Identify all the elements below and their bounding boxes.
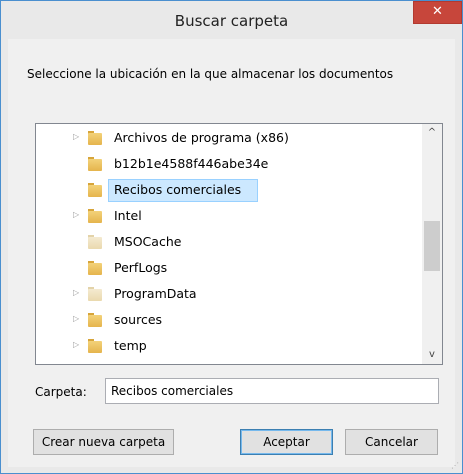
folder-tree[interactable]: ▷ Archivos de programa (x86) b12b1e4588f44… bbox=[35, 123, 443, 365]
tree-item-label: sources bbox=[114, 312, 163, 327]
expand-arrow-icon[interactable]: ▷ bbox=[73, 132, 79, 141]
expand-arrow-icon[interactable]: ▷ bbox=[73, 288, 79, 297]
title-bar[interactable]: Buscar carpeta ✕ bbox=[1, 1, 462, 39]
expand-arrow-icon[interactable]: ▷ bbox=[73, 340, 79, 349]
folder-icon bbox=[88, 287, 102, 301]
resize-grip-icon[interactable]: ⋰ bbox=[451, 461, 459, 470]
tree-item-label: Intel bbox=[114, 208, 142, 223]
cancel-button[interactable]: Cancelar bbox=[345, 429, 438, 455]
new-folder-button[interactable]: Crear nueva carpeta bbox=[33, 429, 174, 455]
tree-item[interactable]: ▷ Intel bbox=[36, 205, 421, 227]
folder-icon bbox=[88, 183, 102, 197]
tree-item[interactable]: Recibos comerciales bbox=[36, 179, 421, 202]
folder-icon bbox=[88, 261, 102, 275]
folder-icon bbox=[88, 209, 102, 223]
tree-item-label: Archivos de programa (x86) bbox=[114, 130, 289, 145]
tree-item-label: b12b1e4588f446abe34e bbox=[114, 156, 269, 171]
close-button[interactable]: ✕ bbox=[413, 1, 462, 24]
scroll-thumb[interactable] bbox=[424, 221, 440, 271]
instruction-text: Seleccione la ubicación en la que almace… bbox=[27, 67, 394, 81]
folder-icon bbox=[88, 313, 102, 327]
tree-item[interactable]: ▷ sources bbox=[36, 309, 421, 331]
expand-arrow-icon[interactable]: ▷ bbox=[73, 314, 79, 323]
ok-button[interactable]: Aceptar bbox=[240, 429, 333, 455]
tree-item[interactable]: ▷ temp bbox=[36, 335, 421, 357]
tree-item[interactable]: ▷ Archivos de programa (x86) bbox=[36, 127, 421, 149]
tree-item[interactable]: PerfLogs bbox=[36, 257, 421, 279]
tree-item-label: MSOCache bbox=[114, 234, 182, 249]
tree-item-label: temp bbox=[114, 338, 147, 353]
dialog-title: Buscar carpeta bbox=[174, 12, 289, 30]
tree-item-label: PerfLogs bbox=[114, 260, 168, 275]
vertical-scrollbar[interactable]: ^ v bbox=[422, 124, 442, 364]
scroll-up-arrow-icon[interactable]: ^ bbox=[422, 124, 442, 142]
tree-item[interactable]: MSOCache bbox=[36, 231, 421, 253]
folder-icon bbox=[88, 157, 102, 171]
folder-icon bbox=[88, 339, 102, 353]
tree-item-label: Recibos comerciales bbox=[114, 182, 242, 197]
folder-icon bbox=[88, 131, 102, 145]
scroll-down-arrow-icon[interactable]: v bbox=[422, 346, 442, 364]
tree-item[interactable]: ▷ ProgramData bbox=[36, 283, 421, 305]
folder-name-input[interactable]: Recibos comerciales bbox=[105, 378, 439, 404]
tree-item[interactable]: b12b1e4588f446abe34e bbox=[36, 153, 421, 175]
tree-item-label: ProgramData bbox=[114, 286, 197, 301]
expand-arrow-icon[interactable]: ▷ bbox=[73, 210, 79, 219]
folder-icon bbox=[88, 235, 102, 249]
folder-field-label: Carpeta: bbox=[35, 385, 87, 399]
